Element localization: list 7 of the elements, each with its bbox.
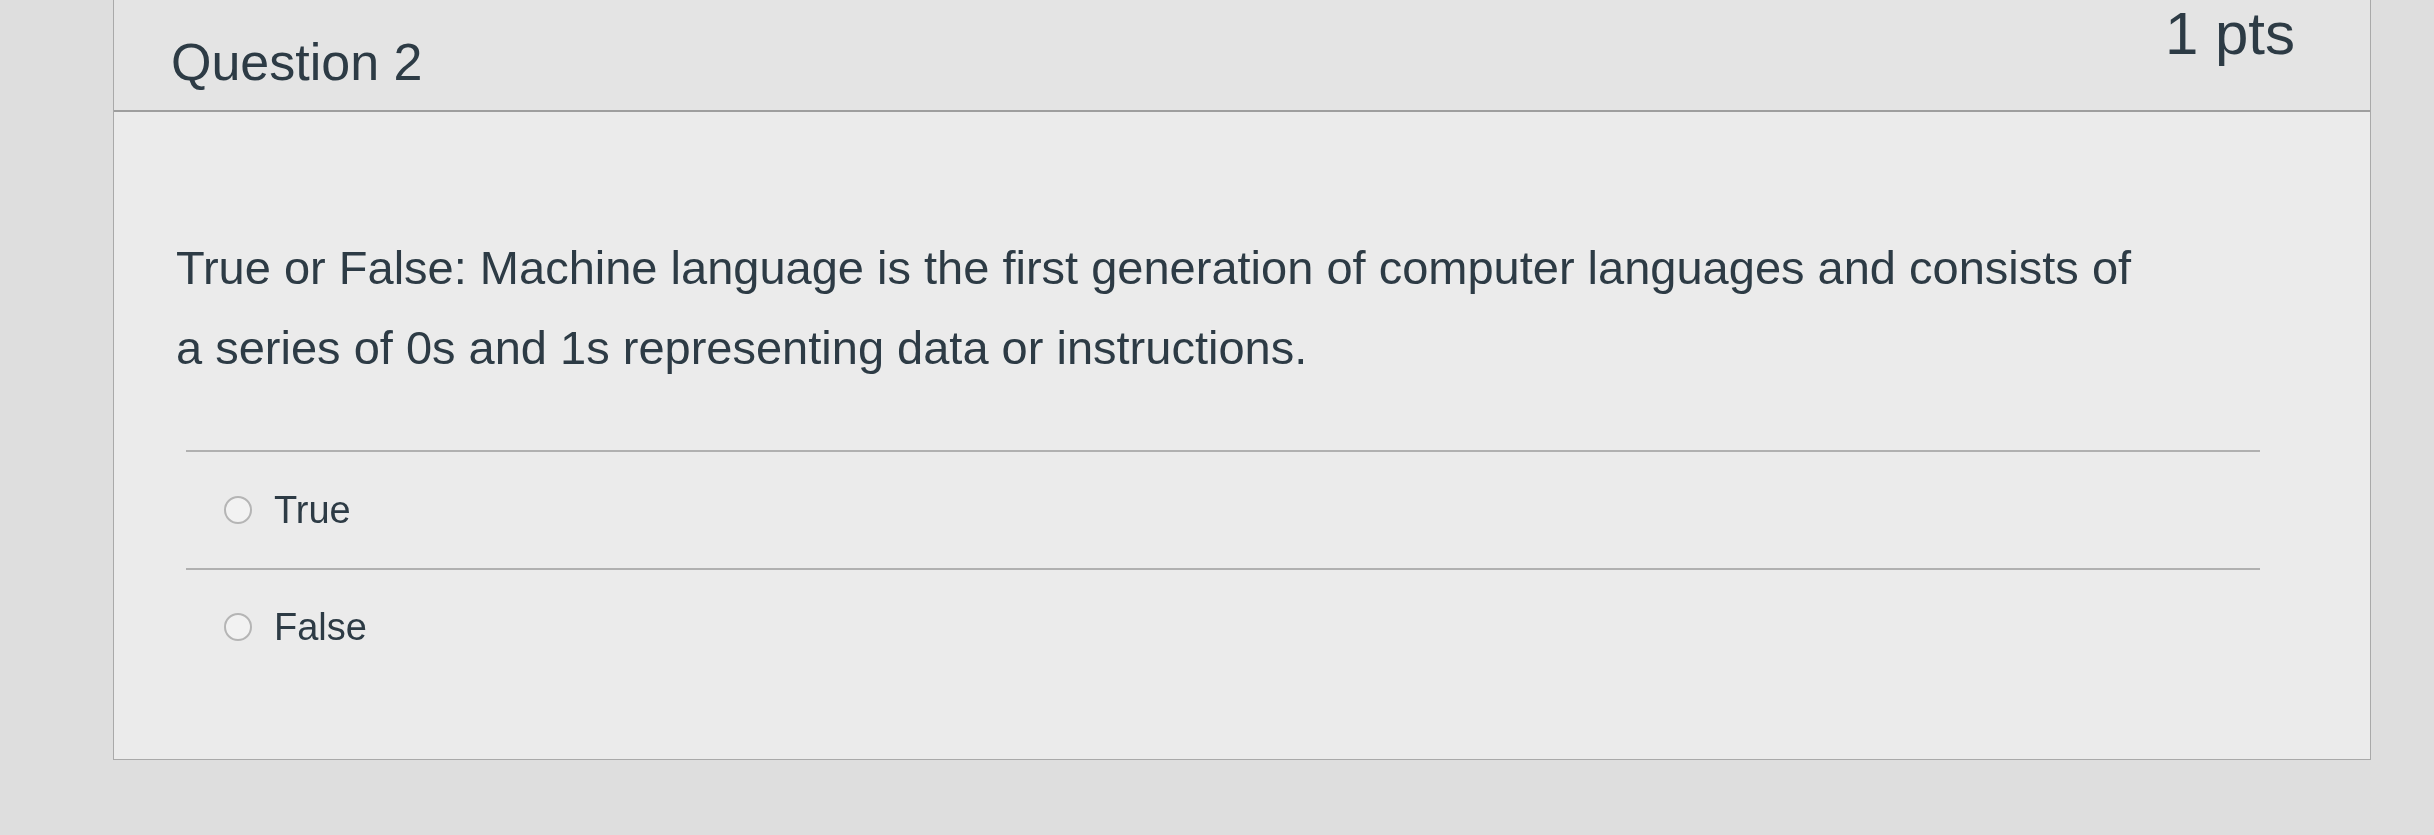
- question-text: True or False: Machine language is the first generation of computer languages and consists of a series of 0s and 1s representing data or instructions.: [176, 240, 2133, 376]
- points-label: 1 pts: [2164, 0, 2295, 68]
- answer-label[interactable]: True: [274, 485, 351, 535]
- radio-button[interactable]: [224, 496, 252, 524]
- answer-label[interactable]: False: [274, 602, 367, 652]
- radio-button[interactable]: [224, 613, 252, 641]
- question-title: Question 2: [171, 32, 423, 93]
